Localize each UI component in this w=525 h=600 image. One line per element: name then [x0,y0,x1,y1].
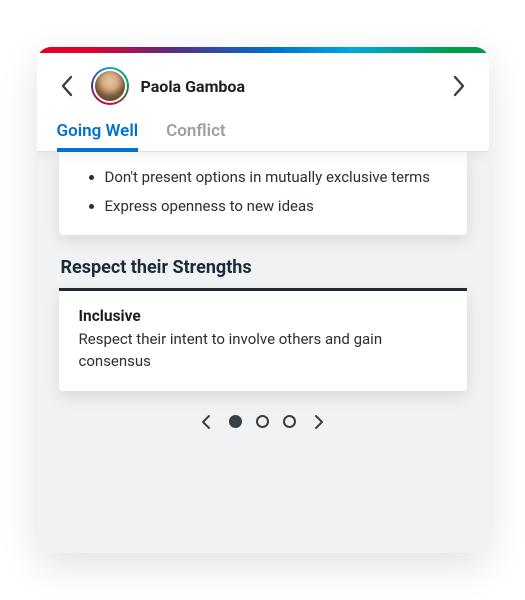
chevron-right-icon [452,75,466,97]
chevron-left-icon [201,414,211,430]
list-item: Don't present options in mutually exclus… [105,166,447,189]
tab-conflict[interactable]: Conflict [166,121,225,151]
user-name: Paola Gamboa [141,77,435,96]
strength-name: Inclusive [79,307,447,325]
pager-dot-1[interactable] [229,415,242,428]
list-item: Express openness to new ideas [105,195,447,218]
strength-description: Respect their intent to involve others a… [79,329,447,373]
strength-card: Inclusive Respect their intent to involv… [59,288,467,391]
next-person-button[interactable] [447,74,471,98]
header: Paola Gamboa Going Well Conflict [37,53,489,152]
pager-prev-button[interactable] [197,413,215,431]
header-row: Paola Gamboa [55,67,471,105]
prev-person-button[interactable] [55,74,79,98]
tab-going-well[interactable]: Going Well [57,121,139,151]
pager-dot-2[interactable] [256,415,269,428]
pager-dot-3[interactable] [283,415,296,428]
tips-list: Don't present options in mutually exclus… [79,166,447,217]
tips-panel: Don't present options in mutually exclus… [59,152,467,235]
chevron-left-icon [60,75,74,97]
pager [59,413,467,431]
pager-next-button[interactable] [310,413,328,431]
tabs: Going Well Conflict [55,121,471,151]
avatar[interactable] [91,67,129,105]
profile-card: Paola Gamboa Going Well Conflict Don't p… [37,47,489,553]
section-title: Respect their Strengths [61,257,465,278]
chevron-right-icon [314,414,324,430]
content-area: Don't present options in mutually exclus… [37,152,489,449]
avatar-image [93,69,127,103]
